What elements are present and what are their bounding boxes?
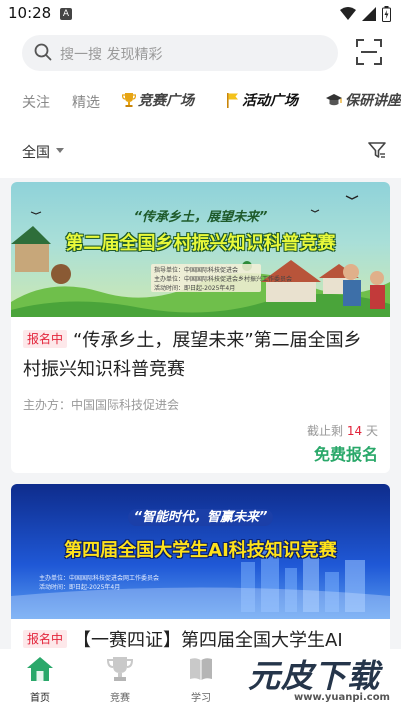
category-tabs: 关注 精选 竞赛广场 活动广场 保研讲座 <box>0 88 401 116</box>
nav-study[interactable]: 学习 <box>176 655 226 704</box>
search-placeholder[interactable]: 搜一搜 发现精彩 <box>60 44 162 64</box>
tab-competition-square[interactable]: 竞赛广场 <box>122 90 194 110</box>
graduation-cap-icon <box>326 94 342 106</box>
tab-activity-label: 活动广场 <box>242 93 298 109</box>
notification-badge-icon: A <box>60 8 72 20</box>
banner-info-line: 活动时间：即日起-2025年4月 <box>39 584 121 591</box>
status-badge: 报名中 <box>23 630 68 648</box>
tab-follow[interactable]: 关注 <box>22 92 50 112</box>
deadline-prefix: 截止剩 <box>307 424 344 438</box>
free-register-button[interactable]: 免费报名 <box>314 441 378 465</box>
card-title[interactable]: 报名中 “传承乡土，展望未来”第二届全国乡村振兴知识科普竞赛 <box>23 326 378 384</box>
tab-lectures-label: 保研讲座 <box>345 93 401 109</box>
tab-lectures[interactable]: 保研讲座 <box>325 90 401 110</box>
competition-card[interactable]: “传承乡土，展望未来” 第二届全国乡村振兴知识科普竞赛 指导单位：中国国际科技促… <box>11 182 390 473</box>
banner-slogan: “智能时代，智赢未来” <box>11 506 390 526</box>
banner-info-line: 主办单位：中国国际科技促进会网工作委员会 <box>39 575 160 582</box>
banner-slogan-text: “智能时代，智赢未来” <box>127 509 274 526</box>
banner-title: 第二届全国乡村振兴知识科普竞赛 <box>65 233 336 254</box>
nav-home[interactable]: 首页 <box>15 655 65 704</box>
deadline-suffix: 天 <box>365 424 378 438</box>
nav-home-label: 首页 <box>30 693 50 704</box>
card-organizer: 主办方：中国国际科技促进会 <box>23 398 180 412</box>
search-bar[interactable]: 搜一搜 发现精彩 <box>22 35 338 71</box>
signal-icon <box>362 7 376 21</box>
card-title-text: 【一赛四证】第四届全国大学生AI <box>73 630 343 651</box>
trophy-icon <box>122 93 136 107</box>
tab-competition-label: 竞赛广场 <box>138 93 194 109</box>
wifi-icon <box>340 7 356 20</box>
battery-icon <box>382 6 391 22</box>
book-icon <box>190 658 212 680</box>
card-title-text: “传承乡土，展望未来”第二届全国乡村振兴知识科普竞赛 <box>23 330 362 380</box>
banner-info-line: 主办单位：中国国际科技促进会乡村振兴工作委员会 <box>154 276 293 283</box>
card-banner[interactable]: “智能时代，智赢未来” 第四届全国大学生AI科技知识竞赛 主办单位：中国国际科技… <box>11 484 390 619</box>
region-dropdown[interactable]: 全国 <box>22 142 50 162</box>
banner-slogan: “传承乡土，展望未来” <box>133 210 268 225</box>
nav-study-label: 学习 <box>191 693 211 704</box>
competition-card[interactable]: “智能时代，智赢未来” 第四届全国大学生AI科技知识竞赛 主办单位：中国国际科技… <box>11 484 390 664</box>
status-badge: 报名中 <box>23 330 68 348</box>
banner-info-line: 活动时间：即日起-2025年4月 <box>154 285 236 292</box>
scan-icon[interactable] <box>356 39 382 65</box>
system-icons <box>340 6 391 22</box>
nav-competition[interactable]: 竞赛 <box>95 655 145 704</box>
banner-title: 第四届全国大学生AI科技知识竞赛 <box>64 540 337 561</box>
card-deadline: 截止剩 14 天 <box>307 422 378 439</box>
card-banner[interactable]: “传承乡土，展望未来” 第二届全国乡村振兴知识科普竞赛 指导单位：中国国际科技促… <box>11 182 390 317</box>
tab-activity-square[interactable]: 活动广场 <box>226 90 298 110</box>
trophy-icon <box>106 657 134 681</box>
deadline-days: 14 <box>346 424 363 438</box>
chevron-down-icon[interactable] <box>56 148 64 153</box>
status-bar: 10:28 A <box>0 0 401 28</box>
banner-info: 指导单位：中国国际科技促进会 主办单位：中国国际科技促进会乡村振兴工作委员会 活… <box>154 266 292 293</box>
home-icon <box>27 657 53 681</box>
watermark-url: www.yuanpi.com <box>294 692 390 703</box>
nav-competition-label: 竞赛 <box>110 693 130 704</box>
watermark-text: 元皮下载 <box>248 657 381 695</box>
banner-info: 主办单位：中国国际科技促进会网工作委员会 活动时间：即日起-2025年4月 <box>39 574 159 592</box>
search-icon <box>34 43 52 61</box>
tab-featured[interactable]: 精选 <box>72 92 100 112</box>
filter-icon[interactable] <box>367 140 387 160</box>
flag-icon <box>227 93 238 108</box>
filter-row: 全国 <box>0 136 401 166</box>
status-time: 10:28 <box>8 4 52 22</box>
banner-info-line: 指导单位：中国国际科技促进会 <box>154 267 239 274</box>
watermark-logo: 元皮下载 www.yuanpi.com <box>248 651 401 712</box>
